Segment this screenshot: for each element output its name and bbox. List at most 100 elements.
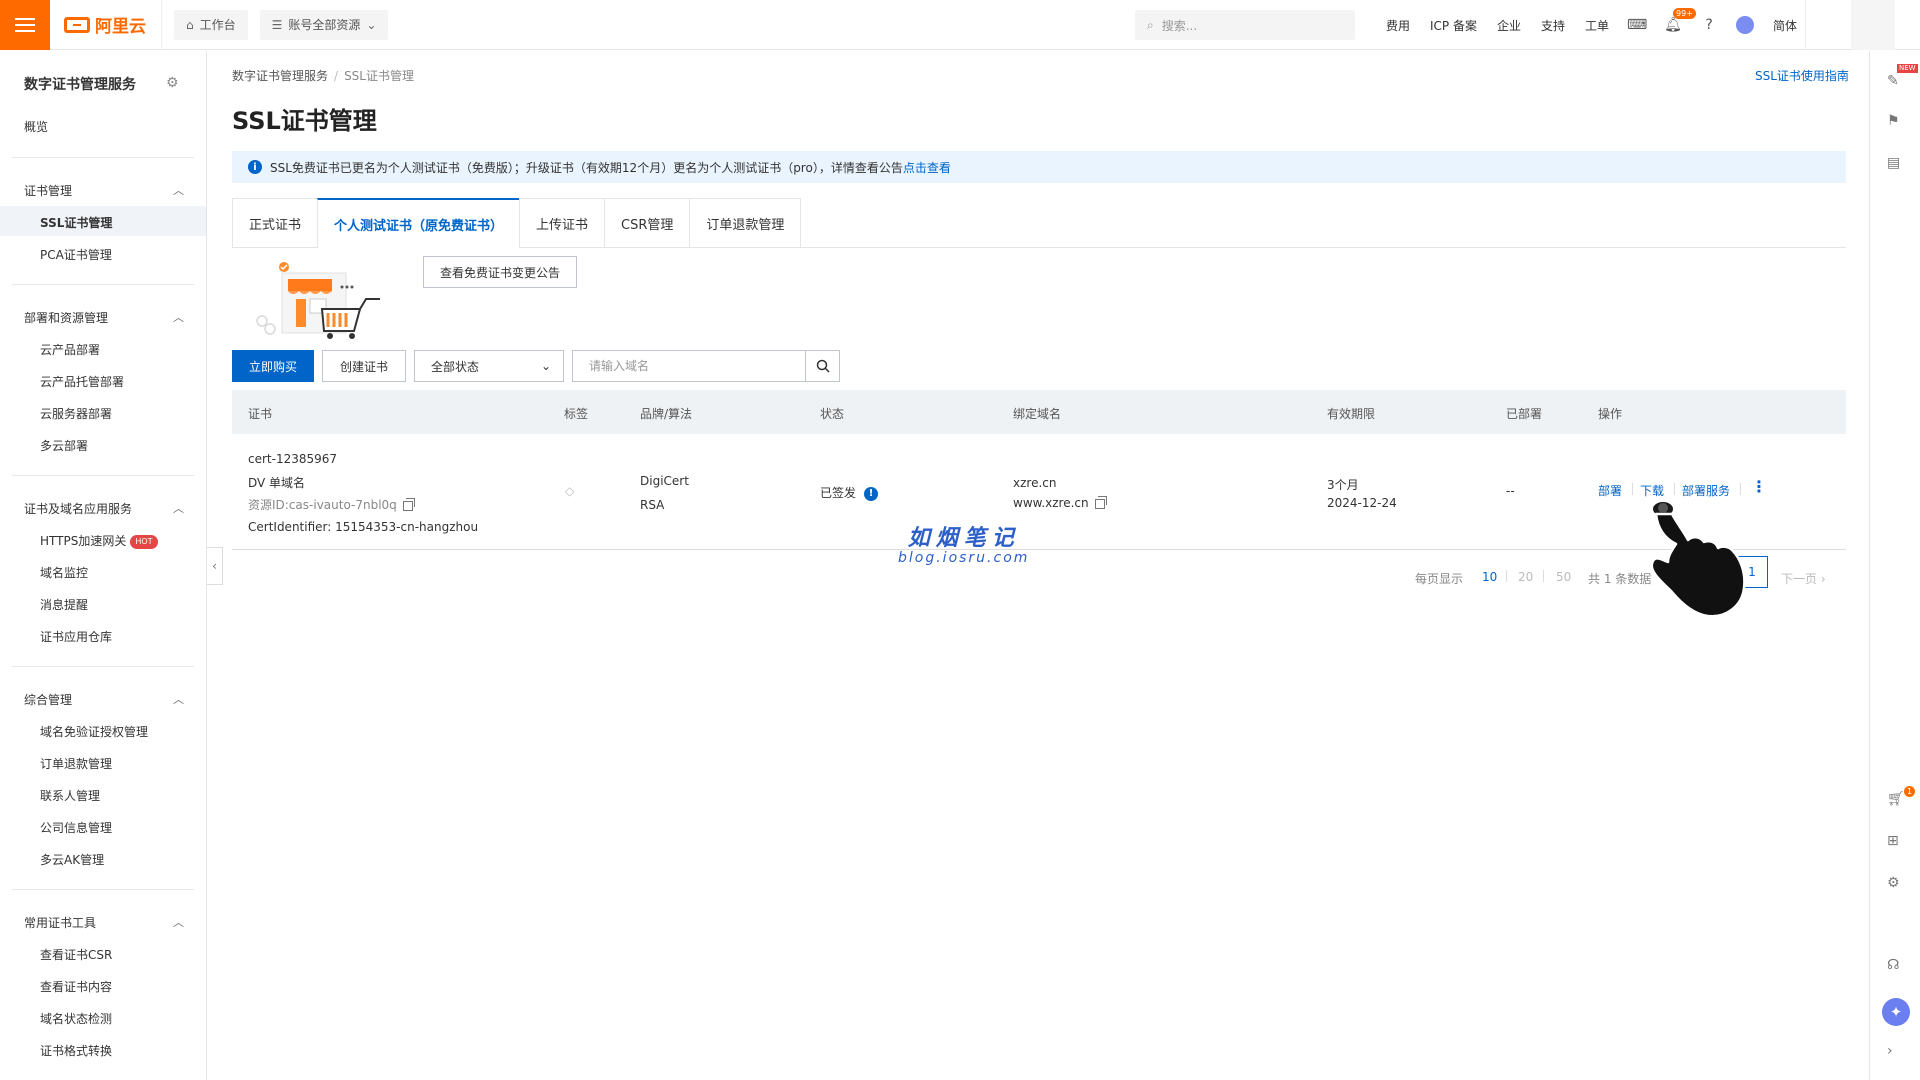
create-cert-button[interactable]: 创建证书 [322, 350, 407, 382]
breadcrumb-item-current: SSL证书管理 [344, 69, 414, 83]
status-select[interactable]: 全部状态 ⌄ [414, 350, 565, 382]
bell-icon[interactable]: 🔔︎ 99+ [1655, 8, 1696, 33]
pencil-icon[interactable]: ✎ [1887, 73, 1899, 89]
sidebar-collapse-button[interactable]: ‹ [207, 547, 223, 585]
nav-support[interactable]: 支持 [1531, 17, 1575, 34]
aliyun-logo[interactable]: 阿里云 [50, 0, 162, 50]
hot-badge: HOT [130, 534, 158, 549]
list-icon: ☰ [271, 17, 283, 32]
column-header: 操作 [1598, 407, 1623, 421]
sidebar-item-company-info[interactable]: 公司信息管理 [40, 819, 112, 836]
divider [12, 666, 194, 667]
ssl-guide-link[interactable]: SSL证书使用指南 [1755, 67, 1849, 84]
language-switch[interactable]: 简体 [1763, 17, 1807, 34]
chevron-up-icon: ︿ [173, 184, 184, 197]
deploy-link[interactable]: 部署 [1598, 482, 1622, 499]
notice-text: SSL免费证书已更名为个人测试证书（免费版）；升级证书（有效期12个月）更名为个… [270, 160, 903, 175]
domain-search-button[interactable] [805, 351, 839, 381]
settings-icon[interactable]: ⚙ [1887, 875, 1900, 891]
nav-ticket[interactable]: 工单 [1575, 17, 1619, 34]
tab-personal-test-cert[interactable]: 个人测试证书（原免费证书） [317, 198, 520, 249]
notice-link[interactable]: 点击查看 [903, 161, 951, 175]
sidebar-group-cert-management[interactable]: 证书管理 ︿ [24, 182, 184, 199]
table-header: 证书 标签 品牌/算法 状态 绑定域名 有效期限 已部署 操作 [232, 390, 1846, 434]
sidebar-item-cert-convert[interactable]: 证书格式转换 [40, 1042, 112, 1059]
sidebar-item-view-cert-content[interactable]: 查看证书内容 [40, 978, 112, 995]
ai-assistant-icon[interactable]: ✦ [1882, 998, 1910, 1026]
page-size-option[interactable]: 10 [1482, 570, 1497, 584]
status-info-icon[interactable]: ! [864, 486, 879, 501]
workbench-button[interactable]: ⌂ 工作台 [174, 9, 248, 40]
sidebar-item-domain-status[interactable]: 域名状态检测 [40, 1010, 112, 1027]
column-header: 状态 [820, 407, 845, 421]
terminal-icon[interactable]: ⌨ [1619, 17, 1655, 33]
chevron-left-icon: ‹ [212, 559, 217, 573]
cert-type: DV 单域名 [248, 476, 306, 490]
chevron-right-icon[interactable]: › [1887, 1043, 1893, 1059]
sidebar-item-contacts[interactable]: 联系人管理 [40, 787, 100, 804]
nav-enterprise[interactable]: 企业 [1487, 17, 1531, 34]
domain-search-input[interactable] [573, 351, 806, 381]
more-vertical-icon[interactable]: ⋮ [1751, 479, 1767, 495]
user-avatar[interactable] [1851, 0, 1895, 50]
global-search-input[interactable]: ⌕ 搜索... [1135, 10, 1355, 40]
chevron-right-icon: › [1820, 572, 1826, 586]
sidebar-item-multicloud-deploy[interactable]: 多云部署 [40, 437, 88, 454]
page-title: SSL证书管理 [232, 107, 377, 135]
sidebar-item-https-gateway[interactable]: HTTPS加速网关 HOT [40, 532, 158, 549]
sidebar-item-pca-cert[interactable]: PCA证书管理 [40, 246, 112, 263]
sidebar-group-cert-domain-services[interactable]: 证书及域名应用服务 ︿ [24, 500, 184, 517]
nav-fees[interactable]: 费用 [1376, 17, 1420, 34]
calculator-icon[interactable]: ⊞ [1887, 833, 1899, 849]
buy-now-button[interactable]: 立即购买 [232, 350, 314, 382]
sidebar-item-domain-auth[interactable]: 域名免验证授权管理 [40, 723, 148, 740]
status-text: 已签发! [820, 484, 879, 501]
cert-id[interactable]: cert-12385967 [248, 452, 337, 466]
sidebar-group-deploy[interactable]: 部署和资源管理 ︿ [24, 309, 184, 326]
sidebar-item-multicloud-ak[interactable]: 多云AK管理 [40, 851, 104, 868]
sidebar-item-ssl-cert[interactable]: SSL证书管理 [40, 214, 112, 231]
sidebar-item-server-deploy[interactable]: 云服务器部署 [40, 405, 112, 422]
page-size-option[interactable]: 20 [1518, 570, 1533, 584]
cart-icon[interactable]: 🛒︎ [1887, 791, 1905, 807]
ai-assistant-icon[interactable] [1727, 16, 1763, 34]
sidebar-item-overview[interactable]: 概览 [24, 118, 48, 135]
sidebar-item-domain-monitor[interactable]: 域名监控 [40, 564, 88, 581]
hand-cursor-icon [1650, 500, 1746, 618]
tab-refund-management[interactable]: 订单退款管理 [689, 198, 802, 248]
sidebar-group-cert-tools[interactable]: 常用证书工具 ︿ [24, 914, 184, 931]
sidebar-group-general-management[interactable]: 综合管理 ︿ [24, 691, 184, 708]
column-header: 标签 [564, 407, 589, 421]
tab-csr-management[interactable]: CSR管理 [604, 198, 690, 248]
home-icon: ⌂ [186, 17, 194, 32]
free-cert-announcement-button[interactable]: 查看免费证书变更公告 [423, 256, 577, 288]
sidebar-item-cert-repository[interactable]: 证书应用仓库 [40, 628, 112, 645]
domain-search-box [572, 350, 841, 382]
deployed-count: -- [1506, 484, 1515, 498]
sidebar-item-hosted-deploy[interactable]: 云产品托管部署 [40, 373, 124, 390]
watermark: 如烟笔记 blog.iosru.com [898, 520, 1029, 566]
sidebar-item-view-csr[interactable]: 查看证书CSR [40, 946, 112, 963]
tab-upload-cert[interactable]: 上传证书 [519, 198, 605, 248]
nav-icp[interactable]: ICP 备案 [1420, 17, 1487, 34]
sidebar-item-message-reminder[interactable]: 消息提醒 [40, 596, 88, 613]
info-icon: i [248, 160, 262, 174]
next-page-button[interactable]: 下一页 › [1781, 570, 1826, 587]
breadcrumb-item-service[interactable]: 数字证书管理服务 [232, 69, 328, 83]
sidebar-item-cloud-deploy[interactable]: 云产品部署 [40, 341, 100, 358]
resources-dropdown[interactable]: ☰ 账号全部资源 ⌄ [259, 9, 389, 40]
headset-icon[interactable]: ☊ [1887, 957, 1899, 973]
watermark-cn: 如烟笔记 [907, 526, 1020, 551]
copy-icon[interactable] [1094, 495, 1107, 509]
gear-icon[interactable]: ⚙ [166, 75, 179, 91]
page-size-option[interactable]: 50 [1556, 570, 1571, 584]
flag-icon[interactable]: ⚑ [1887, 113, 1900, 129]
tab-formal-cert[interactable]: 正式证书 [232, 198, 318, 248]
document-icon[interactable]: ▤ [1887, 155, 1900, 171]
tag-icon[interactable]: ◇ [565, 484, 574, 498]
validity-period: 3个月 [1327, 478, 1359, 492]
sidebar-item-refund[interactable]: 订单退款管理 [40, 755, 112, 772]
help-icon[interactable]: ? [1691, 17, 1727, 33]
hamburger-menu-button[interactable] [0, 0, 50, 50]
copy-icon[interactable] [402, 497, 415, 511]
